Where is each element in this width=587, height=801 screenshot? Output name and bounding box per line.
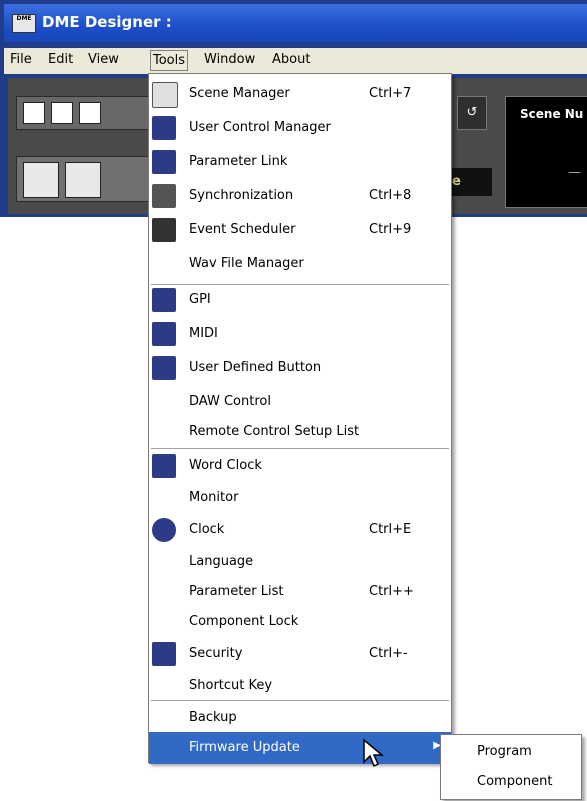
menu-item-language[interactable]: Language xyxy=(149,546,451,578)
clock-icon xyxy=(152,518,176,542)
open-icon[interactable] xyxy=(23,102,45,124)
menu-item-shortcut: Ctrl++ xyxy=(369,584,414,599)
menu-item-event-scheduler[interactable]: Event Scheduler Ctrl+9 xyxy=(149,214,451,246)
menu-edit[interactable]: Edit xyxy=(48,52,73,67)
synchronization-icon xyxy=(152,184,176,208)
menu-item-gpi[interactable]: GPI xyxy=(149,284,451,316)
menu-item-label: Shortcut Key xyxy=(189,678,273,693)
menu-item-parameter-link[interactable]: Parameter Link xyxy=(149,146,451,178)
menu-item-shortcut: Ctrl+8 xyxy=(369,188,412,203)
parameter-view-icon[interactable] xyxy=(65,162,101,198)
user-defined-button-icon xyxy=(152,356,176,380)
firmware-update-submenu: Program Component xyxy=(440,734,582,800)
parameter-link-icon xyxy=(152,150,176,174)
submenu-item-program[interactable]: Program xyxy=(441,737,581,767)
menu-item-label: Backup xyxy=(189,710,237,725)
menu-item-daw-control[interactable]: DAW Control xyxy=(149,386,451,418)
window-title: DME Designer : xyxy=(42,13,172,31)
menu-separator xyxy=(151,700,449,701)
menu-item-label: Remote Control Setup List xyxy=(189,424,360,439)
menu-separator xyxy=(151,448,449,449)
menu-item-monitor[interactable]: Monitor xyxy=(149,482,451,514)
menu-item-label: Language xyxy=(189,554,254,569)
menu-item-synchronization[interactable]: Synchronization Ctrl+8 xyxy=(149,180,451,212)
menu-item-shortcut-key[interactable]: Shortcut Key xyxy=(149,670,451,702)
submenu-item-label: Program xyxy=(477,744,532,759)
menu-item-user-defined-button[interactable]: User Defined Button xyxy=(149,352,451,384)
security-icon xyxy=(152,642,176,666)
scene-number-label: Scene Nu xyxy=(520,107,584,121)
submenu-item-component[interactable]: Component xyxy=(441,767,581,797)
menu-item-label: Word Clock xyxy=(189,458,262,473)
menu-item-label: Wav File Manager xyxy=(189,256,304,271)
menu-item-label: Parameter Link xyxy=(189,154,288,169)
menu-item-label: Parameter List xyxy=(189,584,284,599)
menu-item-shortcut: Ctrl+E xyxy=(369,522,412,537)
app-icon: DME xyxy=(12,14,36,33)
scene-number-display: Scene Nu — xyxy=(505,96,587,208)
menu-item-parameter-list[interactable]: Parameter List Ctrl++ xyxy=(149,576,451,608)
file-toolbar-group xyxy=(16,96,158,130)
mouse-pointer-icon xyxy=(363,738,385,768)
menu-item-label: MIDI xyxy=(189,326,218,341)
design-view-icon[interactable] xyxy=(23,162,59,198)
menu-item-security[interactable]: Security Ctrl+- xyxy=(149,638,451,670)
menu-item-user-control-manager[interactable]: User Control Manager xyxy=(149,112,451,144)
menu-item-remote-control-setup-list[interactable]: Remote Control Setup List xyxy=(149,416,451,448)
menu-file[interactable]: File xyxy=(10,52,32,67)
tools-menu: Scene Manager Ctrl+7 User Control Manage… xyxy=(148,73,452,764)
menu-item-label: Synchronization xyxy=(189,188,294,203)
menu-item-wav-file-manager[interactable]: Wav File Manager xyxy=(149,248,451,280)
menu-item-label: DAW Control xyxy=(189,394,271,409)
store-button[interactable]: e xyxy=(448,168,492,196)
menu-item-backup[interactable]: Backup xyxy=(149,702,451,734)
menu-item-scene-manager[interactable]: Scene Manager Ctrl+7 xyxy=(149,78,451,110)
menu-item-clock[interactable]: Clock Ctrl+E xyxy=(149,514,451,546)
menu-item-label: Clock xyxy=(189,522,225,537)
menu-item-label: GPI xyxy=(189,292,211,307)
gpi-icon xyxy=(152,288,176,312)
user-control-toolbar-icon[interactable]: ↺ xyxy=(457,96,487,130)
menu-item-label: Scene Manager xyxy=(189,86,290,101)
menu-item-firmware-update[interactable]: Firmware Update ▶ xyxy=(149,732,451,764)
word-clock-icon xyxy=(152,454,176,478)
scene-manager-icon xyxy=(152,82,178,108)
scene-number-value: — xyxy=(568,165,581,180)
menu-item-midi[interactable]: MIDI xyxy=(149,318,451,350)
save-icon[interactable] xyxy=(51,102,73,124)
menu-item-component-lock[interactable]: Component Lock xyxy=(149,606,451,638)
menu-item-word-clock[interactable]: Word Clock xyxy=(149,450,451,482)
menu-tools[interactable]: Tools xyxy=(150,50,189,71)
menu-item-label: User Control Manager xyxy=(189,120,331,135)
menu-item-label: Firmware Update xyxy=(189,740,300,755)
menu-item-label: Monitor xyxy=(189,490,239,505)
menu-item-shortcut: Ctrl+- xyxy=(369,646,408,661)
menu-item-shortcut: Ctrl+9 xyxy=(369,222,412,237)
menu-item-label: Security xyxy=(189,646,243,661)
midi-icon xyxy=(152,322,176,346)
view-toolbar-group xyxy=(16,156,158,202)
undo-icon[interactable] xyxy=(79,102,101,124)
title-bar: DME DME Designer : xyxy=(4,4,587,42)
user-control-icon xyxy=(152,116,176,140)
menu-about[interactable]: About xyxy=(272,52,310,67)
menu-item-label: Event Scheduler xyxy=(189,222,296,237)
menu-window[interactable]: Window xyxy=(204,52,255,67)
menu-item-label: User Defined Button xyxy=(189,360,322,375)
menu-view[interactable]: View xyxy=(88,52,119,67)
submenu-item-label: Component xyxy=(477,774,553,789)
event-scheduler-icon xyxy=(152,218,176,242)
menu-item-label: Component Lock xyxy=(189,614,299,629)
menu-item-shortcut: Ctrl+7 xyxy=(369,86,412,101)
menu-bar: File Edit View Tools Window About xyxy=(4,48,587,74)
